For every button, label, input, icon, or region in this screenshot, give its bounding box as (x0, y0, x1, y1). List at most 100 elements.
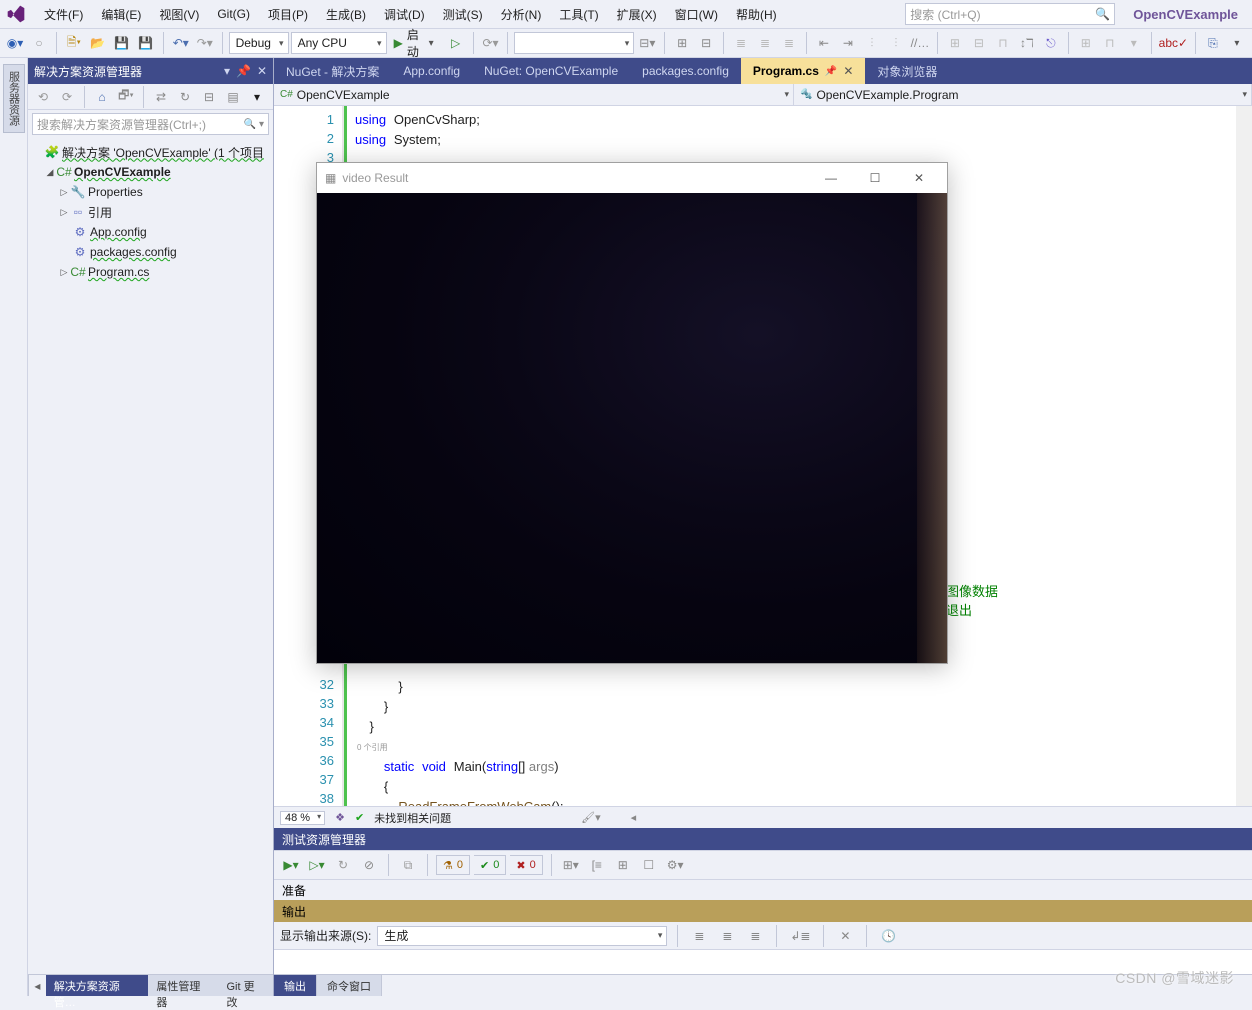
expand-icon[interactable]: ◢ (44, 167, 56, 178)
close-icon[interactable]: ✕ (257, 64, 267, 78)
tab-program-cs[interactable]: Program.cs 📌 ✕ (741, 58, 866, 84)
menu-window[interactable]: 窗口(W) (667, 2, 726, 27)
zoom-dropdown[interactable]: 48 % (280, 811, 325, 825)
clock-icon[interactable]: 🕓 (877, 924, 899, 948)
redo-button[interactable]: ↷▾ (194, 31, 216, 55)
output-body[interactable] (274, 950, 1252, 974)
tb-icon[interactable]: [≡ (586, 853, 608, 877)
tb-icon[interactable]: ≣ (730, 31, 752, 55)
tb-icon[interactable]: ≣ (744, 924, 766, 948)
tab-nuget-solution[interactable]: NuGet - 解决方案 (274, 58, 391, 84)
run-button[interactable]: ▷▾ (306, 853, 328, 877)
tb-icon[interactable]: ⊟ (695, 31, 717, 55)
video-titlebar[interactable]: ▦ video Result ― ☐ ✕ (317, 163, 947, 193)
overflow-icon[interactable]: ▾ (246, 85, 268, 109)
close-icon[interactable]: ✕ (843, 64, 853, 78)
switch-views-icon[interactable]: 🗗▾ (115, 85, 137, 109)
tb-icon[interactable]: ☐ (638, 853, 660, 877)
video-result-window[interactable]: ▦ video Result ― ☐ ✕ (316, 162, 948, 664)
start-nodebug-button[interactable]: ▷ (445, 31, 467, 55)
menu-tools[interactable]: 工具(T) (551, 2, 606, 27)
sync-icon[interactable]: ⇄ (150, 85, 172, 109)
solution-root[interactable]: 🧩 解决方案 'OpenCVExample' (1 个项目 (30, 142, 271, 162)
open-button[interactable]: 📂 (87, 31, 109, 55)
menu-debug[interactable]: 调试(D) (376, 2, 433, 27)
tb-icon[interactable]: ≣ (754, 31, 776, 55)
toolbar-overflow-icon[interactable]: ▾ (1226, 31, 1248, 55)
expand-icon[interactable]: ▷ (58, 207, 70, 218)
outdent-button[interactable]: ⇤ (813, 31, 835, 55)
tb-icon[interactable]: ⊞ (671, 31, 693, 55)
tb-icon[interactable]: ▾ (1123, 31, 1145, 55)
tb-icon[interactable]: ⊓ (992, 31, 1014, 55)
tb-icon[interactable]: ≣ (778, 31, 800, 55)
dropdown-icon[interactable]: ▾ (224, 64, 230, 78)
forward-button[interactable]: ○ (28, 31, 50, 55)
tab-solution-explorer[interactable]: 解决方案资源管… (46, 975, 149, 996)
tab-appconfig[interactable]: App.config (391, 58, 472, 84)
forward-icon[interactable]: ⟳ (56, 85, 78, 109)
minimize-button[interactable]: ― (811, 164, 851, 192)
collapse-all-icon[interactable]: ⊟ (198, 85, 220, 109)
tab-nuget-project[interactable]: NuGet: OpenCVExample (472, 58, 630, 84)
tb-icon[interactable]: ⊞ (944, 31, 966, 55)
tb-icon[interactable]: ⫶ (861, 31, 883, 55)
menu-analyze[interactable]: 分析(N) (493, 2, 550, 27)
tb-icon[interactable]: abc✓ (1158, 31, 1189, 55)
intellicode-icon[interactable]: ❖ (335, 811, 345, 824)
properties-node[interactable]: ▷ 🔧 Properties (30, 182, 271, 202)
quick-search-input[interactable]: 搜索 (Ctrl+Q) 🔍 (905, 3, 1115, 25)
bookmark-button[interactable]: ⎋ (1040, 31, 1062, 55)
expand-icon[interactable]: ▷ (58, 267, 70, 278)
tb-icon[interactable]: ⊟▾ (636, 31, 658, 55)
scrollbar[interactable] (1236, 106, 1252, 806)
context-class-dropdown[interactable]: 🔩 OpenCVExample.Program (794, 84, 1252, 105)
expand-icon[interactable]: ▷ (58, 187, 70, 198)
menu-test[interactable]: 测试(S) (435, 2, 491, 27)
save-all-button[interactable]: 💾 (135, 31, 157, 55)
run-all-button[interactable]: ▶▾ (280, 853, 302, 877)
menu-help[interactable]: 帮助(H) (728, 2, 785, 27)
hot-reload-button[interactable]: ⟳▾ (479, 31, 501, 55)
brush-icon[interactable]: 🖌▾ (581, 811, 601, 824)
tab-property-manager[interactable]: 属性管理器 (148, 975, 218, 996)
refresh-icon[interactable]: ↻ (174, 85, 196, 109)
tb-icon[interactable]: ⊞▾ (560, 853, 582, 877)
menu-git[interactable]: Git(G) (209, 3, 258, 25)
program-cs-node[interactable]: ▷ C# Program.cs (30, 262, 271, 282)
home-icon[interactable]: ⌂ (91, 85, 113, 109)
tb-icon[interactable]: ⊓ (1099, 31, 1121, 55)
solution-search-input[interactable]: 搜索解决方案资源管理器(Ctrl+;) 🔍 ▾ (32, 113, 269, 135)
menu-extensions[interactable]: 扩展(X) (609, 2, 665, 27)
pin-icon[interactable]: 📌 (236, 64, 251, 78)
menu-view[interactable]: 视图(V) (151, 2, 207, 27)
undo-button[interactable]: ↶▾ (170, 31, 192, 55)
tab-git-changes[interactable]: Git 更改 (219, 975, 274, 996)
appconfig-node[interactable]: ⚙ App.config (30, 222, 271, 242)
menu-build[interactable]: 生成(B) (318, 2, 374, 27)
menu-project[interactable]: 项目(P) (260, 2, 316, 27)
scroll-left-icon[interactable]: ◂ (28, 975, 46, 996)
indent-button[interactable]: ⇥ (837, 31, 859, 55)
platform-dropdown[interactable]: Any CPU (291, 32, 387, 54)
repeat-button[interactable]: ↻ (332, 853, 354, 877)
clear-button[interactable]: ✕ (834, 924, 856, 948)
save-button[interactable]: 💾 (111, 31, 133, 55)
word-wrap-button[interactable]: ↲≣ (787, 924, 813, 948)
test-err-badge[interactable]: ✖0 (510, 855, 542, 875)
tb-icon[interactable]: ≣ (688, 924, 710, 948)
config-dropdown[interactable]: Debug (229, 32, 289, 54)
menu-file[interactable]: 文件(F) (36, 2, 91, 27)
tb-icon[interactable]: ⊟ (968, 31, 990, 55)
tb-icon[interactable]: ↕ℸ (1016, 31, 1038, 55)
start-debug-button[interactable]: ▶ 启动 ▾ (389, 32, 443, 54)
back-icon[interactable]: ⟲ (32, 85, 54, 109)
packages-config-node[interactable]: ⚙ packages.config (30, 242, 271, 262)
comment-button[interactable]: //… (909, 31, 931, 55)
tb-icon[interactable]: ⎘ (1202, 31, 1224, 55)
maximize-button[interactable]: ☐ (855, 164, 895, 192)
close-button[interactable]: ✕ (899, 164, 939, 192)
show-all-icon[interactable]: ▤ (222, 85, 244, 109)
context-project-dropdown[interactable]: C# OpenCVExample (274, 84, 794, 105)
gear-icon[interactable]: ⚙▾ (664, 853, 687, 877)
